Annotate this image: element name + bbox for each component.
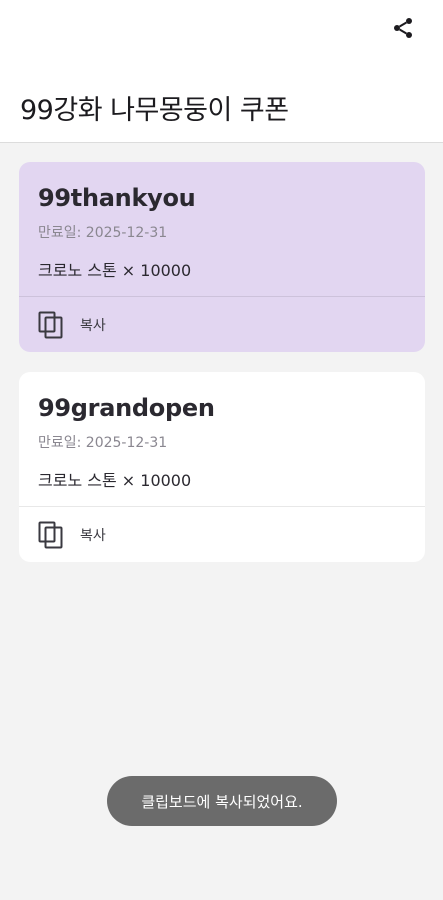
coupon-list: 99thankyou 만료일: 2025-12-31 크로노 스톤 × 1000… xyxy=(19,162,425,582)
toast-message: 클립보드에 복사되었어요. xyxy=(107,776,337,826)
share-icon xyxy=(394,18,412,38)
coupon-reward: 크로노 스톤 × 10000 xyxy=(38,261,192,280)
copy-button[interactable]: 복사 xyxy=(38,310,106,340)
card-divider xyxy=(19,506,425,507)
copy-button[interactable]: 복사 xyxy=(38,520,106,550)
copy-icon xyxy=(38,521,63,549)
coupon-expiry: 만료일: 2025-12-31 xyxy=(38,435,168,451)
copy-label: 복사 xyxy=(80,318,106,334)
coupon-card[interactable]: 99thankyou 만료일: 2025-12-31 크로노 스톤 × 1000… xyxy=(19,162,425,352)
coupon-code: 99grandopen xyxy=(38,394,215,422)
card-divider xyxy=(19,296,425,297)
coupon-reward: 크로노 스톤 × 10000 xyxy=(38,471,192,490)
coupon-card[interactable]: 99grandopen 만료일: 2025-12-31 크로노 스톤 × 100… xyxy=(19,372,425,562)
page-title: 99강화 나무몽둥이 쿠폰 xyxy=(20,95,289,126)
copy-label: 복사 xyxy=(80,528,106,544)
coupon-code: 99thankyou xyxy=(38,184,196,212)
copy-icon xyxy=(38,311,63,339)
share-button[interactable] xyxy=(387,12,419,44)
app-bar: 99강화 나무몽둥이 쿠폰 xyxy=(0,0,443,143)
coupon-expiry: 만료일: 2025-12-31 xyxy=(38,225,168,241)
